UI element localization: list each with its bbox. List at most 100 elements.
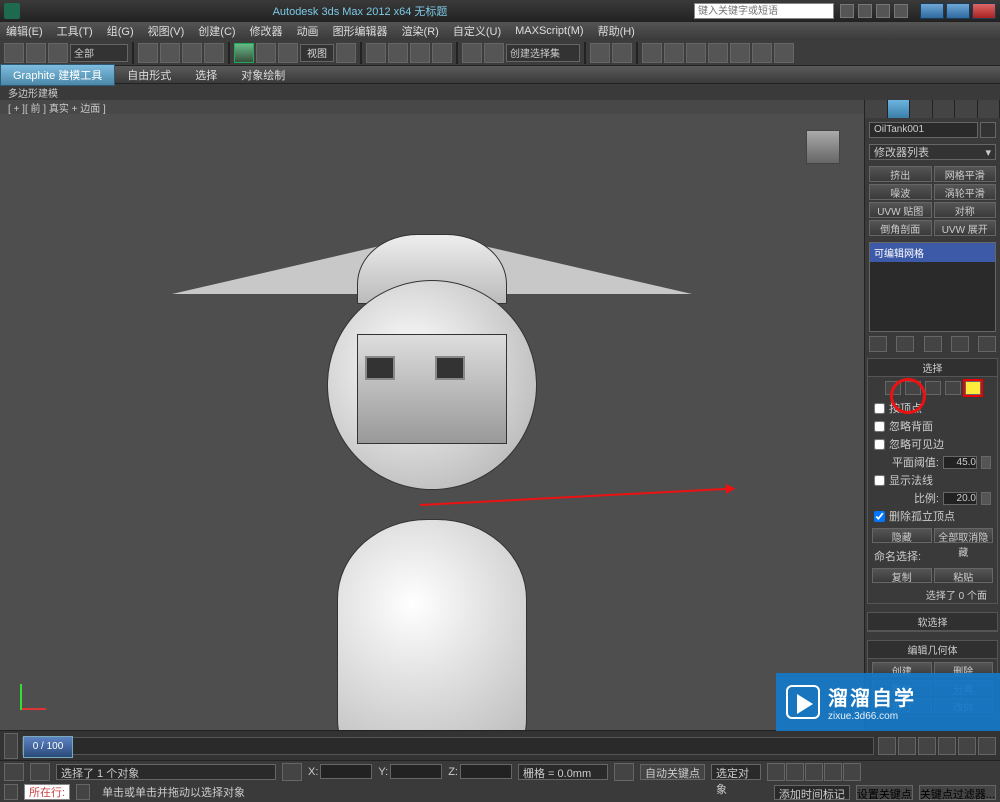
goto-line-label[interactable]: 所在行: [24, 784, 70, 800]
menu-tools[interactable]: 工具(T) [57, 23, 93, 39]
maxscript-mini-icon[interactable] [4, 763, 24, 781]
btn-uvwmap[interactable]: UVW 贴图 [869, 202, 932, 218]
viewport[interactable] [0, 114, 864, 730]
rollout-soft-selection-title[interactable]: 软选择 [868, 613, 997, 631]
select-icon[interactable] [138, 43, 158, 63]
ignore-backfacing-checkbox[interactable] [874, 421, 885, 432]
prompt-prev-icon[interactable] [4, 784, 18, 800]
layer-explorer-icon[interactable] [642, 43, 662, 63]
btn-meshsmooth[interactable]: 网格平滑 [934, 166, 997, 182]
close-button[interactable] [972, 3, 996, 19]
menu-maxscript[interactable]: MAXScript(M) [515, 25, 583, 37]
set-key-button[interactable]: 设置关键点 [856, 785, 913, 800]
scale-icon[interactable] [278, 43, 298, 63]
menu-animation[interactable]: 动画 [297, 23, 319, 39]
key-mode-icon[interactable] [614, 763, 634, 781]
lock-selection-icon[interactable] [282, 763, 302, 781]
tab-hierarchy-icon[interactable] [910, 100, 933, 118]
btn-noise[interactable]: 噪波 [869, 184, 932, 200]
align-icon[interactable] [612, 43, 632, 63]
prompt-next-icon[interactable] [76, 784, 90, 800]
orbit-icon[interactable] [938, 737, 956, 755]
ribbon-subpanel-label[interactable]: 多边形建模 [0, 84, 1000, 100]
planar-thresh-spinner[interactable] [981, 456, 991, 469]
undo-icon[interactable] [4, 43, 24, 63]
coord-y-input[interactable] [390, 764, 442, 779]
menu-rendering[interactable]: 渲染(R) [402, 23, 439, 39]
rollout-edit-geometry-title[interactable]: 编辑几何体 [868, 641, 997, 659]
mirror-icon[interactable] [590, 43, 610, 63]
maximize-button[interactable] [946, 3, 970, 19]
menu-modifiers[interactable]: 修改器 [250, 23, 283, 39]
ribbon-tab-selection[interactable]: 选择 [183, 65, 229, 85]
timeline-toggle-icon[interactable] [4, 733, 18, 759]
show-normals-checkbox[interactable] [874, 475, 885, 486]
move-icon[interactable] [234, 43, 254, 63]
delete-isolated-checkbox[interactable] [874, 511, 885, 522]
key-filters-button[interactable]: 关键点过滤器... [919, 785, 996, 800]
time-slider-head[interactable]: 0 / 100 [23, 736, 73, 758]
coord-x-input[interactable] [320, 764, 372, 779]
modifier-list-dropdown[interactable]: 修改器列表 ▾ [869, 144, 996, 160]
goto-end-icon[interactable] [843, 763, 861, 781]
next-frame-icon[interactable] [824, 763, 842, 781]
pan-icon[interactable] [878, 737, 896, 755]
search-icon[interactable] [840, 4, 854, 18]
btn-symmetry[interactable]: 对称 [934, 202, 997, 218]
pivot-icon[interactable] [336, 43, 356, 63]
tab-display-icon[interactable] [955, 100, 978, 118]
menu-customize[interactable]: 自定义(U) [453, 23, 501, 39]
local-icon[interactable] [978, 737, 996, 755]
link-icon[interactable] [48, 43, 68, 63]
curve-editor-icon[interactable] [484, 43, 504, 63]
make-unique-icon[interactable] [924, 336, 942, 352]
viewcube-icon[interactable] [806, 130, 840, 164]
schematic-view-icon[interactable] [664, 43, 684, 63]
spinner-snap-icon[interactable] [432, 43, 452, 63]
edge-level-icon[interactable] [905, 381, 921, 395]
ref-coord-dropdown[interactable]: 视图 [300, 44, 334, 62]
help-search-input[interactable] [694, 3, 834, 19]
tab-motion-icon[interactable] [933, 100, 956, 118]
btn-extrude[interactable]: 挤出 [869, 166, 932, 182]
stack-item-editable-mesh[interactable]: 可编辑网格 [870, 243, 995, 262]
render-frame-icon[interactable] [730, 43, 750, 63]
copy-button[interactable]: 复制 [872, 568, 932, 583]
btn-uvwunwrap[interactable]: UVW 展开 [934, 220, 997, 236]
signin-icon[interactable] [858, 4, 872, 18]
btn-turbosmooth[interactable]: 涡轮平滑 [934, 184, 997, 200]
show-end-result-icon[interactable] [896, 336, 914, 352]
render-setup-icon[interactable] [708, 43, 728, 63]
viewport-label[interactable]: [ + ][ 前 ] 真实 + 边面 ] [0, 100, 864, 114]
maximize-viewport-icon[interactable] [958, 737, 976, 755]
coord-z-input[interactable] [460, 764, 512, 779]
favorite-icon[interactable] [876, 4, 890, 18]
object-name-field[interactable]: OilTank001 [869, 122, 978, 138]
vertex-level-icon[interactable] [885, 381, 901, 395]
key-target-dropdown[interactable]: 选定对象 [711, 764, 761, 780]
autokey-button[interactable]: 自动关键点 [640, 764, 705, 780]
face-level-icon[interactable] [925, 381, 941, 395]
add-time-tag-button[interactable]: 添加时间标记 [774, 785, 850, 800]
zoom-extents-icon[interactable] [918, 737, 936, 755]
ignore-visible-checkbox[interactable] [874, 439, 885, 450]
hide-button[interactable]: 隐藏 [872, 528, 932, 543]
percent-snap-icon[interactable] [410, 43, 430, 63]
material-editor-icon[interactable] [686, 43, 706, 63]
teapot-icon[interactable] [774, 43, 794, 63]
redo-icon[interactable] [26, 43, 46, 63]
select-name-icon[interactable] [160, 43, 180, 63]
goto-start-icon[interactable] [767, 763, 785, 781]
snap-toggle-icon[interactable] [366, 43, 386, 63]
scale-input[interactable] [943, 492, 977, 505]
angle-snap-icon[interactable] [388, 43, 408, 63]
tab-modify-icon[interactable] [888, 100, 911, 118]
help-icon[interactable] [894, 4, 908, 18]
by-vertex-checkbox[interactable] [874, 403, 885, 414]
scale-spinner[interactable] [981, 492, 991, 505]
selection-filter-dropdown[interactable]: 全部 [70, 44, 128, 62]
planar-thresh-input[interactable] [943, 456, 977, 469]
rollout-selection-title[interactable]: 选择 [868, 359, 997, 377]
window-crossing-icon[interactable] [204, 43, 224, 63]
pin-stack-icon[interactable] [869, 336, 887, 352]
